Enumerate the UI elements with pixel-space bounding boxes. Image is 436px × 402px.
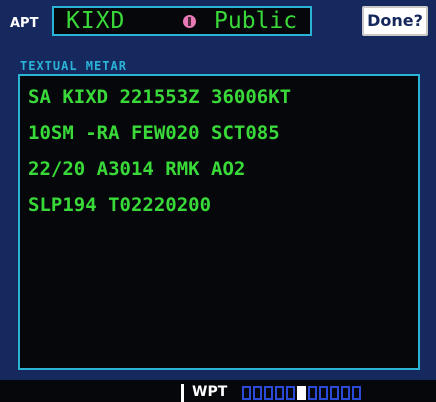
- section-title: TEXTUAL METAR: [20, 59, 127, 73]
- page-segment: [330, 386, 339, 400]
- metar-screen: APT KIXD Public Done? TEXTUAL METAR SA K…: [0, 0, 436, 380]
- page-segment-active: [297, 386, 306, 400]
- airport-identifier-field[interactable]: KIXD Public: [52, 6, 312, 36]
- page-segment: [341, 386, 350, 400]
- metar-text-panel: SA KIXD 221553Z 36006KT 10SM -RA FEW020 …: [18, 74, 420, 370]
- page-segment: [264, 386, 273, 400]
- metar-line: 10SM -RA FEW020 SCT085: [28, 122, 280, 144]
- page-segment: [319, 386, 328, 400]
- done-button[interactable]: Done?: [362, 6, 428, 36]
- airport-identifier: KIXD: [66, 8, 126, 34]
- page-segment: [286, 386, 295, 400]
- page-segment: [352, 386, 361, 400]
- public-airport-icon: [183, 15, 196, 28]
- page-status-strip: WPT: [0, 380, 436, 402]
- metar-line: SA KIXD 221553Z 36006KT: [28, 86, 292, 108]
- page-segment: [253, 386, 262, 400]
- metar-line: SLP194 T02220200: [28, 194, 212, 216]
- page-segment: [275, 386, 284, 400]
- airport-usage: Public: [214, 8, 298, 34]
- page-group-label: WPT: [192, 384, 228, 400]
- page-segment: [242, 386, 251, 400]
- page-position-indicator: [242, 386, 361, 402]
- waypoint-type-label: APT: [10, 16, 39, 31]
- page-segment: [308, 386, 317, 400]
- strip-divider: [181, 384, 184, 402]
- metar-line: 22/20 A3014 RMK AO2: [28, 158, 246, 180]
